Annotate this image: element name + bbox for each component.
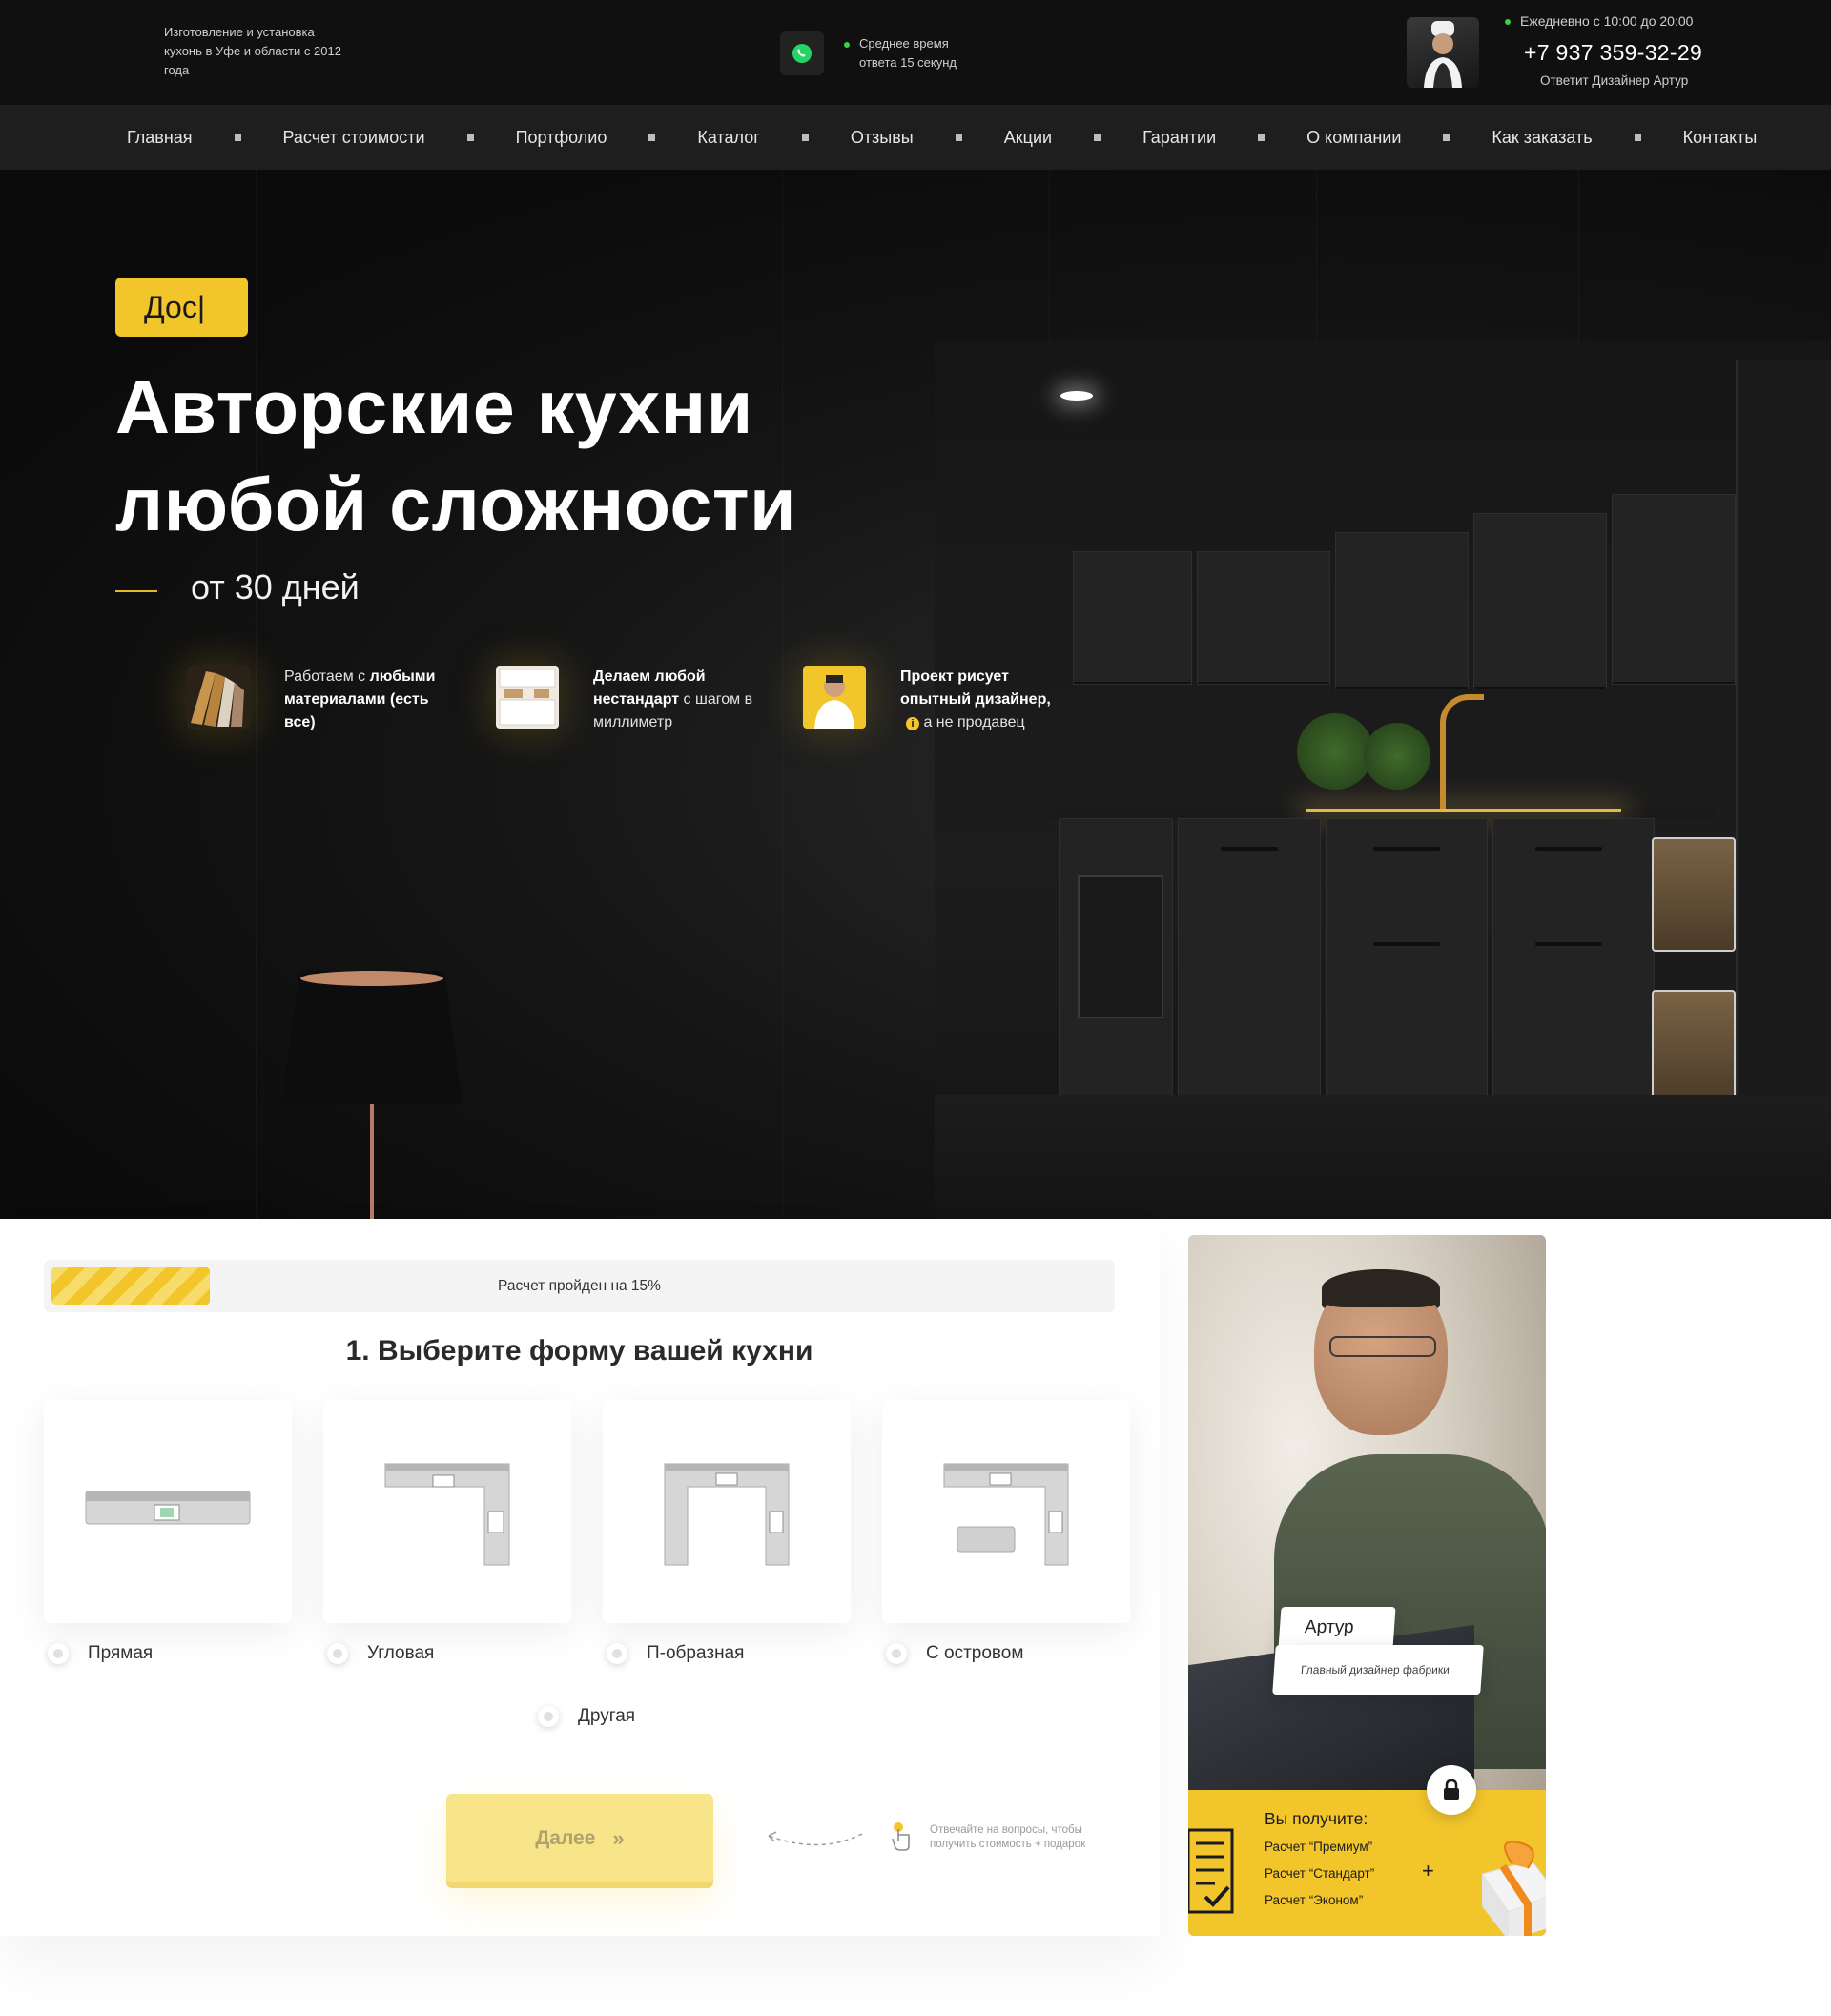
feature-materials: Работаем с любыми материалами (есть все) xyxy=(187,666,456,734)
nav-separator xyxy=(1443,134,1450,141)
next-button-label: Далее xyxy=(535,1826,596,1849)
bonus-title: Вы получите: xyxy=(1265,1809,1368,1828)
lock-icon xyxy=(1444,1779,1459,1800)
u-kitchen-icon xyxy=(664,1463,790,1566)
nav-separator xyxy=(1634,134,1641,141)
designer-card: Артур Главный дизайнер фабрики Вы получи… xyxy=(1188,1235,1546,1936)
option-u-shape[interactable]: П-образная xyxy=(607,1643,744,1664)
radio-button[interactable] xyxy=(886,1643,907,1664)
double-chevron-right-icon: » xyxy=(612,1825,625,1850)
radio-button[interactable] xyxy=(48,1643,69,1664)
designer-role: Главный дизайнер фабрики xyxy=(1272,1645,1484,1695)
hero-subtitle: от 30 дней xyxy=(191,567,360,607)
radio-button[interactable] xyxy=(607,1643,627,1664)
nav-separator xyxy=(648,134,656,141)
hero-section: Дос| Авторские кухни любой сложности от … xyxy=(0,170,1831,1219)
option-label: С островом xyxy=(926,1643,1024,1663)
nav-item-home[interactable]: Главная xyxy=(127,128,193,148)
plus-sign: + xyxy=(1422,1859,1434,1882)
nav-separator xyxy=(234,134,241,141)
feature-text: Работаем с любыми материалами (есть все) xyxy=(284,669,436,730)
working-hours-text: Ежедневно с 10:00 до 20:00 xyxy=(1520,13,1694,29)
lock-button[interactable] xyxy=(1427,1765,1476,1815)
feature-designer: Проект рисует опытный дизайнер,i а не пр… xyxy=(803,666,1062,734)
answer-by: Ответит Дизайнер Артур xyxy=(1540,73,1689,88)
ceiling-light xyxy=(1060,391,1093,401)
main-nav: Главная Расчет стоимости Портфолио Катал… xyxy=(0,105,1831,170)
hero-title-line: любой сложности xyxy=(115,462,797,546)
nav-item-portfolio[interactable]: Портфолио xyxy=(516,128,607,148)
option-label: Угловая xyxy=(367,1643,435,1663)
bonus-item: Расчет “Эконом” xyxy=(1265,1893,1364,1907)
question-title: 1. Выберите форму вашей кухни xyxy=(345,1335,813,1367)
nav-item-promos[interactable]: Акции xyxy=(1004,128,1052,148)
materials-icon xyxy=(187,666,250,729)
option-label: Другая xyxy=(578,1706,636,1726)
feature-custom: Делаем любой нестандарт с шагом в миллим… xyxy=(496,666,765,734)
online-dot xyxy=(844,41,850,48)
hero-title-line: Авторские кухни xyxy=(115,364,753,449)
nav-item-about[interactable]: О компании xyxy=(1306,128,1401,148)
nav-item-guarantees[interactable]: Гарантии xyxy=(1142,128,1216,148)
dashed-arrow-icon xyxy=(768,1831,863,1846)
company-tagline: Изготовление и установка кухонь в Уфе и … xyxy=(164,25,341,77)
next-button[interactable]: Далее » xyxy=(446,1794,713,1882)
phone-link[interactable]: +7 937 359-32-29 xyxy=(1524,40,1702,66)
nav-separator xyxy=(466,134,474,141)
nav-item-reviews[interactable]: Отзывы xyxy=(851,128,914,148)
bonus-item: Расчет “Премиум” xyxy=(1265,1840,1373,1854)
nav-item-price[interactable]: Расчет стоимости xyxy=(283,128,425,148)
whatsapp-button[interactable] xyxy=(780,31,824,75)
gift-icon xyxy=(1481,1841,1546,1936)
bonus-panel: Вы получите: Расчет “Премиум” Расчет “Ст… xyxy=(1188,1790,1546,1936)
option-label: Прямая xyxy=(88,1643,154,1663)
nav-separator xyxy=(955,134,962,141)
floor-lamp xyxy=(281,971,463,1104)
shape-card-u-shape[interactable] xyxy=(603,1400,851,1623)
document-check-icon xyxy=(1188,1828,1234,1914)
nav-separator xyxy=(1094,134,1101,141)
straight-kitchen-icon xyxy=(85,1491,251,1525)
working-hours: Ежедневно с 10:00 до 20:00 xyxy=(1505,13,1693,29)
radio-button[interactable] xyxy=(327,1643,348,1664)
nav-item-how-to-order[interactable]: Как заказать xyxy=(1492,128,1592,148)
corner-kitchen-icon xyxy=(384,1463,510,1566)
island-kitchen-icon xyxy=(943,1463,1069,1566)
response-time-text: Среднее время ответа 15 секунд xyxy=(859,36,957,70)
shape-card-island[interactable] xyxy=(882,1400,1130,1623)
nav-item-catalog[interactable]: Каталог xyxy=(697,128,759,148)
pointer-hand-icon xyxy=(892,1822,910,1851)
top-header: Изготовление и установка кухонь в Уфе и … xyxy=(0,0,1831,105)
option-corner[interactable]: Угловая xyxy=(327,1643,434,1664)
feature-text: Проект рисует опытный дизайнер,i а не пр… xyxy=(900,669,1051,730)
designer-avatar xyxy=(1407,17,1479,88)
progress-bar: Расчет пройден на 15% xyxy=(44,1260,1115,1312)
response-time: Среднее время ответа 15 секунд xyxy=(844,34,983,72)
whatsapp-icon xyxy=(792,44,812,63)
feature-text: Делаем любой нестандарт с шагом в миллим… xyxy=(593,669,753,730)
kitchen-image xyxy=(935,341,1831,1219)
option-label: П-образная xyxy=(647,1643,745,1663)
hero-title: Авторские кухни любой сложности xyxy=(115,359,974,553)
designer-photo-icon xyxy=(803,666,866,729)
nav-item-contacts[interactable]: Контакты xyxy=(1683,128,1758,148)
designer-name: Артур xyxy=(1278,1607,1396,1649)
nav-separator xyxy=(1258,134,1265,141)
radio-button[interactable] xyxy=(538,1706,559,1727)
nav-separator xyxy=(801,134,809,141)
typing-badge: Дос| xyxy=(115,278,248,337)
info-icon[interactable]: i xyxy=(906,717,919,730)
shape-card-corner[interactable] xyxy=(323,1400,571,1623)
option-other[interactable]: Другая xyxy=(538,1706,635,1727)
bonus-item: Расчет “Стандарт” xyxy=(1265,1866,1375,1881)
kitchen-custom-icon xyxy=(496,666,559,729)
shape-card-straight[interactable] xyxy=(44,1400,292,1623)
option-straight[interactable]: Прямая xyxy=(48,1643,153,1664)
hint-text: Отвечайте на вопросы, чтобы получить сто… xyxy=(930,1824,1086,1850)
option-island[interactable]: С островом xyxy=(886,1643,1023,1664)
subtitle-dash xyxy=(115,590,157,592)
progress-label: Расчет пройден на 15% xyxy=(498,1278,661,1294)
